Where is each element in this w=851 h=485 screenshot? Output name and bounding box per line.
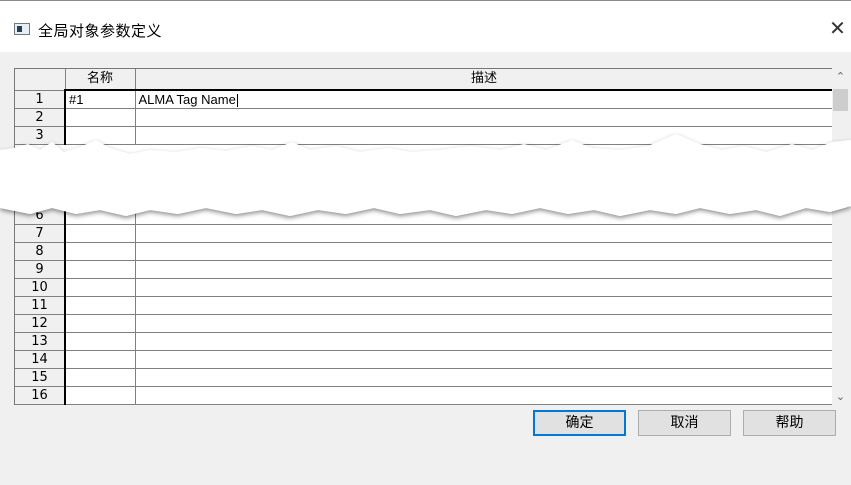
row-header[interactable]: 10 [15, 278, 66, 297]
description-cell[interactable] [135, 386, 832, 405]
torn-paper-break [0, 134, 851, 216]
table-row[interactable]: 13 [15, 332, 832, 351]
window-title: 全局对象参数定义 [38, 22, 163, 40]
table-row[interactable]: 10 [15, 278, 832, 297]
row-header[interactable]: 13 [15, 332, 66, 351]
row-header[interactable]: 11 [15, 296, 66, 315]
ok-button[interactable]: 确定 [533, 410, 626, 436]
table-row[interactable]: 1 #1 ALMA Tag Name [15, 90, 832, 109]
scroll-thumb[interactable] [833, 89, 848, 111]
row-header[interactable]: 14 [15, 350, 66, 369]
app-window-icon [14, 23, 30, 35]
text-cursor [236, 94, 238, 108]
name-cell[interactable] [65, 386, 136, 405]
table-row[interactable]: 14 [15, 350, 832, 369]
help-button[interactable]: 帮助 [743, 410, 836, 436]
scroll-down-icon[interactable]: ⌄ [832, 388, 849, 405]
name-cell[interactable] [65, 296, 136, 315]
name-cell[interactable] [65, 350, 136, 369]
description-cell[interactable] [135, 108, 832, 127]
corner-header [15, 69, 66, 91]
row-header[interactable]: 8 [15, 242, 66, 261]
parameter-grid[interactable]: 名称 描述 1 #1 ALMA Tag Name 2 3 6 7 8 9 10 11 12 13 14 1… [14, 68, 832, 405]
table-row[interactable]: 9 [15, 260, 832, 279]
description-cell[interactable]: ALMA Tag Name [135, 90, 832, 109]
table-row[interactable]: 15 [15, 368, 832, 387]
close-icon[interactable]: ✕ [824, 16, 851, 40]
row-header[interactable]: 12 [15, 314, 66, 333]
row-header[interactable]: 9 [15, 260, 66, 279]
name-cell[interactable] [65, 108, 136, 127]
description-text: ALMA Tag Name [138, 92, 236, 107]
title-bar: 全局对象参数定义 ✕ [0, 0, 851, 52]
name-cell[interactable] [65, 242, 136, 261]
name-cell[interactable] [65, 278, 136, 297]
description-cell[interactable] [135, 296, 832, 315]
table-row[interactable]: 11 [15, 296, 832, 315]
column-header-name[interactable]: 名称 [65, 69, 136, 91]
name-cell[interactable] [65, 314, 136, 333]
row-header[interactable]: 16 [15, 386, 66, 405]
name-cell[interactable]: #1 [65, 90, 136, 109]
description-cell[interactable] [135, 242, 832, 261]
description-cell[interactable] [135, 368, 832, 387]
table-row[interactable]: 2 [15, 108, 832, 127]
description-cell[interactable] [135, 278, 832, 297]
table-row[interactable]: 12 [15, 314, 832, 333]
description-cell[interactable] [135, 314, 832, 333]
cancel-button[interactable]: 取消 [638, 410, 731, 436]
name-cell[interactable] [65, 368, 136, 387]
row-header[interactable]: 15 [15, 368, 66, 387]
name-cell[interactable] [65, 332, 136, 351]
name-cell[interactable] [65, 260, 136, 279]
vertical-scrollbar[interactable]: ⌃ ⌄ [832, 68, 849, 405]
description-cell[interactable] [135, 332, 832, 351]
description-cell[interactable] [135, 260, 832, 279]
column-header-description[interactable]: 描述 [135, 69, 832, 91]
description-cell[interactable] [135, 350, 832, 369]
row-header[interactable]: 2 [15, 108, 66, 127]
scroll-up-icon[interactable]: ⌃ [832, 68, 849, 85]
table-row[interactable]: 8 [15, 242, 832, 261]
table-row[interactable]: 16 [15, 386, 832, 405]
row-header[interactable]: 1 [15, 90, 66, 109]
